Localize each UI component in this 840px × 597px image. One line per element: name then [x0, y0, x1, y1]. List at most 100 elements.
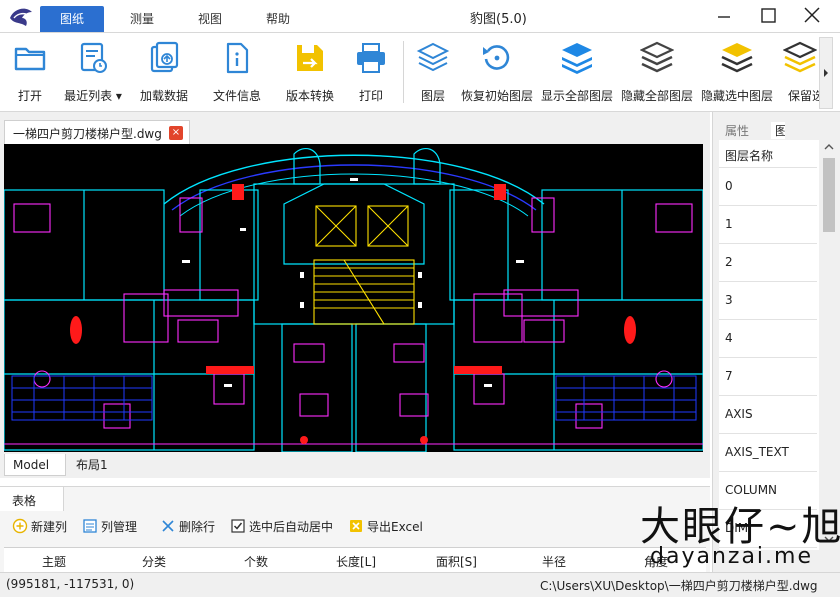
recent-list-button[interactable]: 最近列表 ▾	[58, 39, 128, 105]
column-header[interactable]: 个数	[244, 553, 268, 570]
file-info-button[interactable]: 文件信息	[206, 39, 268, 105]
window-title: 豹图(5.0)	[470, 12, 527, 27]
restore-layers-button[interactable]: 恢复初始图层	[460, 39, 534, 105]
tab-layout1[interactable]: 布局1	[68, 454, 124, 476]
list-item[interactable]: 7	[719, 358, 817, 396]
document-area: 一梯四户剪刀楼梯户型.dwg × Model 布局1	[0, 112, 710, 478]
document-tab-title: 一梯四户剪刀楼梯户型.dwg	[13, 127, 162, 141]
ribbon-separator	[403, 41, 404, 103]
open-button[interactable]: 打开	[4, 39, 56, 105]
print-button[interactable]: 打印	[346, 39, 396, 105]
table-panel-tab[interactable]: 表格	[0, 487, 64, 511]
delete-row-button[interactable]: 删除行	[160, 515, 222, 537]
watermark-url: dayanzai.me	[650, 544, 813, 569]
hide-selected-layers-icon	[721, 43, 753, 73]
print-label: 打印	[358, 89, 383, 103]
layers-label: 图层	[420, 89, 445, 103]
list-item[interactable]: 3	[719, 282, 817, 320]
file-info-label: 文件信息	[212, 89, 261, 103]
list-item[interactable]: 1	[719, 206, 817, 244]
column-header[interactable]: 长度[L]	[336, 553, 376, 570]
keep-selected-label: 保留选中	[788, 89, 820, 103]
minimize-icon[interactable]	[710, 4, 738, 28]
version-convert-label: 版本转换	[285, 89, 334, 103]
delete-row-label: 删除行	[179, 520, 216, 534]
restore-layers-icon	[483, 45, 510, 70]
hide-selected-layers-button[interactable]: 隐藏选中图层	[699, 39, 775, 105]
layer-list-header: 图层名称	[719, 140, 817, 168]
list-item[interactable]: AXIS	[719, 396, 817, 434]
layer-name: 7	[725, 369, 733, 383]
new-column-label: 新建列	[31, 520, 68, 534]
tab-view[interactable]: 视图	[180, 6, 240, 32]
tab-help[interactable]: 帮助	[248, 6, 308, 32]
layers-icon	[416, 42, 450, 72]
list-item[interactable]: 2	[719, 244, 817, 282]
recent-list-icon	[80, 42, 107, 73]
layer-list: 图层名称 0 1 2 3 4 7 AXIS AXIS_TEXT COLUMN D…	[719, 140, 819, 550]
column-header[interactable]: 主题	[42, 553, 66, 570]
list-item[interactable]: 4	[719, 320, 817, 358]
file-path: C:\Users\XU\Desktop\一梯四户剪刀楼梯户型.dwg	[540, 579, 818, 593]
layer-name: AXIS	[725, 407, 753, 421]
table-panel: 表格 新建列 列管理 删除行 选中后自动居中 导出Excel 主题 分类 个数 …	[0, 486, 710, 573]
cursor-coordinates: (995181, -117531, 0)	[6, 577, 135, 591]
cad-canvas[interactable]	[4, 144, 703, 452]
title-bar: 图纸 测量 视图 帮助 豹图(5.0)	[0, 0, 840, 32]
layers-button[interactable]: 图层	[410, 39, 456, 105]
recent-list-label: 最近列表 ▾	[64, 89, 122, 103]
table-header-row: 主题 分类 个数 长度[L] 面积[S] 半径 角度	[4, 547, 706, 573]
maximize-icon[interactable]	[754, 4, 782, 28]
column-manage-button[interactable]: 列管理	[82, 515, 144, 537]
app-logo-icon	[10, 8, 32, 26]
scrollbar-thumb[interactable]	[823, 158, 835, 232]
new-column-button[interactable]: 新建列	[12, 515, 74, 537]
folder-icon	[14, 47, 46, 71]
ribbon-toolbar: 打开 最近列表 ▾ 加载数据 文件信息 版本转换 打印 图层 恢复初始图层 显示…	[0, 32, 840, 112]
close-icon[interactable]	[798, 4, 826, 28]
column-manage-label: 列管理	[101, 520, 138, 534]
delete-x-icon	[160, 518, 176, 534]
version-convert-icon	[297, 45, 323, 71]
excel-icon	[348, 518, 364, 534]
properties-tabs: 属性 图层	[713, 116, 840, 140]
table-panel-title: 表格	[12, 494, 37, 508]
layer-name: 2	[725, 255, 733, 269]
layer-name: 4	[725, 331, 733, 345]
list-item[interactable]: AXIS_TEXT	[719, 434, 817, 472]
load-data-icon	[150, 41, 179, 73]
column-header[interactable]: 半径	[542, 553, 566, 570]
document-tab[interactable]: 一梯四户剪刀楼梯户型.dwg ×	[4, 120, 190, 144]
open-label: 打开	[17, 89, 42, 103]
column-header[interactable]: 分类	[142, 553, 166, 570]
export-excel-button[interactable]: 导出Excel	[348, 515, 428, 537]
tab-measure[interactable]: 测量	[112, 6, 172, 32]
tab-properties[interactable]: 属性	[725, 122, 749, 139]
close-document-icon[interactable]: ×	[169, 126, 183, 140]
keep-selected-button[interactable]: 保留选中	[780, 39, 820, 105]
column-header[interactable]: 面积[S]	[436, 553, 477, 570]
add-circle-icon	[12, 518, 28, 534]
layer-name: AXIS_TEXT	[725, 445, 789, 459]
column-list-icon	[82, 518, 98, 534]
hide-all-layers-button[interactable]: 隐藏全部图层	[619, 39, 695, 105]
version-convert-button[interactable]: 版本转换	[280, 39, 340, 105]
export-excel-label: 导出Excel	[367, 520, 423, 534]
hide-selected-layers-label: 隐藏选中图层	[700, 89, 773, 103]
tab-drawing[interactable]: 图纸	[40, 6, 104, 32]
layer-list-scrollbar[interactable]	[821, 140, 837, 548]
layout-tabs: Model 布局1	[4, 452, 703, 476]
show-all-layers-button[interactable]: 显示全部图层	[539, 39, 615, 105]
list-item[interactable]: 0	[719, 168, 817, 206]
layer-name-header: 图层名称	[725, 149, 774, 163]
ribbon-scroll-right[interactable]	[819, 37, 833, 109]
auto-center-checkbox[interactable]: 选中后自动居中	[230, 515, 338, 537]
tab-layers[interactable]: 图层	[771, 122, 785, 139]
load-data-label: 加载数据	[139, 89, 188, 103]
hide-all-layers-label: 隐藏全部图层	[620, 89, 693, 103]
load-data-button[interactable]: 加载数据	[134, 39, 194, 105]
tab-model[interactable]: Model	[4, 454, 66, 476]
layer-name: 3	[725, 293, 733, 307]
watermark: 大眼仔~旭 dayanzai.me	[640, 494, 840, 578]
scroll-up-icon[interactable]	[821, 140, 837, 154]
